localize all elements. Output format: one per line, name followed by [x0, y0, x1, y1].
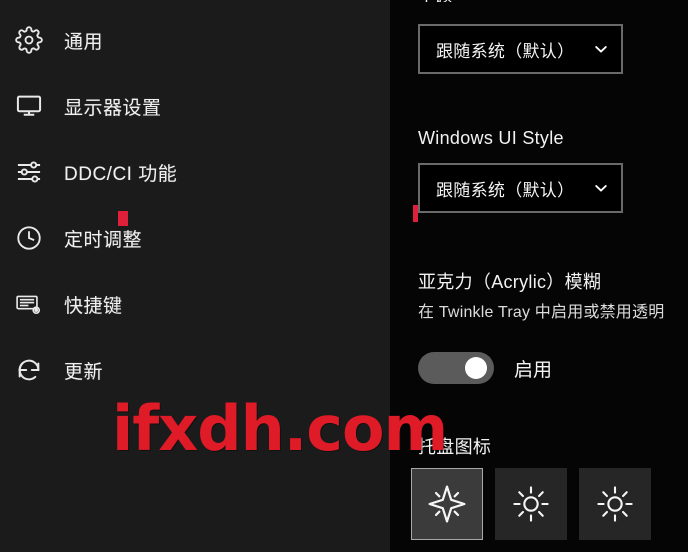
theme-section-title: 主题	[418, 0, 453, 2]
settings-panel: 主题 跟随系统（默认） Windows UI Style 跟随系统（默认） 亚克…	[390, 0, 688, 552]
sidebar-item-monitor-settings[interactable]: 显示器设置	[0, 82, 390, 130]
sidebar-item-label: 显示器设置	[64, 97, 162, 119]
acrylic-label: 亚克力（Acrylic）模糊	[418, 272, 602, 292]
sidebar-item-time-adjustment[interactable]: 定时调整	[0, 214, 390, 262]
ui-style-label: Windows UI Style	[418, 128, 564, 148]
sidebar-item-ddc-ci[interactable]: DDC/CI 功能	[0, 148, 390, 196]
sidebar-item-label: DDC/CI 功能	[64, 163, 178, 185]
brightness-sun-icon	[594, 483, 636, 525]
sidebar-nav: 通用 显示器设置 DDC/CI 功能 定时调整 快捷键 更新	[0, 0, 390, 552]
theme-dropdown[interactable]: 跟随系统（默认）	[418, 24, 623, 74]
ui-style-dropdown-value: 跟随系统（默认）	[436, 180, 575, 200]
sparkle-star-icon	[425, 482, 469, 526]
acrylic-toggle[interactable]	[418, 352, 494, 384]
sidebar-item-shortcuts[interactable]: 快捷键	[0, 280, 390, 328]
acrylic-description: 在 Twinkle Tray 中启用或禁用透明	[418, 304, 665, 321]
tray-icon-label: 托盘图标	[418, 437, 492, 457]
gear-icon	[12, 23, 46, 57]
tray-icon-options	[411, 468, 651, 540]
sidebar-item-general[interactable]: 通用	[0, 16, 390, 64]
toggle-knob	[465, 357, 487, 379]
tray-icon-option-sun-2[interactable]	[579, 468, 651, 540]
brightness-sun-icon	[510, 483, 552, 525]
ui-style-dropdown[interactable]: 跟随系统（默认）	[418, 163, 623, 213]
acrylic-toggle-row: 启用	[418, 352, 552, 384]
clock-icon	[12, 221, 46, 255]
chevron-down-icon	[593, 180, 609, 196]
tray-icon-option-sparkle[interactable]	[411, 468, 483, 540]
theme-dropdown-value: 跟随系统（默认）	[436, 41, 575, 61]
sidebar-item-label: 定时调整	[64, 229, 143, 251]
sidebar-item-label: 快捷键	[64, 295, 123, 317]
refresh-icon	[12, 353, 46, 387]
monitor-icon	[12, 89, 46, 123]
keyboard-icon	[12, 287, 46, 321]
sidebar-item-label: 通用	[64, 31, 104, 53]
sliders-icon	[12, 155, 46, 189]
tray-icon-option-sun-1[interactable]	[495, 468, 567, 540]
sidebar-item-update[interactable]: 更新	[0, 346, 390, 394]
chevron-down-icon	[593, 41, 609, 57]
settings-window: 通用 显示器设置 DDC/CI 功能 定时调整 快捷键 更新 跟随系统（默认） …	[0, 0, 688, 552]
sidebar-item-label: 更新	[64, 361, 104, 383]
acrylic-toggle-label: 启用	[514, 359, 553, 381]
